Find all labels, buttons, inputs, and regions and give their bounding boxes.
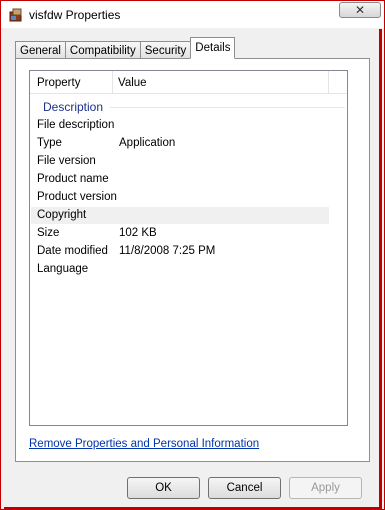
list-item[interactable]: Product version <box>31 189 329 206</box>
list-item[interactable]: Date modified 11/8/2008 7:25 PM <box>31 243 329 260</box>
ok-button[interactable]: OK <box>127 477 200 499</box>
property-name: File version <box>37 155 96 167</box>
apply-button[interactable]: Apply <box>289 477 362 499</box>
group-divider <box>110 107 345 108</box>
close-icon: ✕ <box>354 3 366 17</box>
property-name: Copyright <box>37 209 87 221</box>
property-value: 102 KB <box>119 227 157 239</box>
list-item[interactable]: Copyright <box>31 207 329 224</box>
list-item[interactable]: File version <box>31 153 329 170</box>
application-icon <box>8 7 24 23</box>
remove-properties-link[interactable]: Remove Properties and Personal Informati… <box>29 438 259 450</box>
list-item[interactable]: Type Application <box>31 135 329 152</box>
property-value: Application <box>119 137 176 149</box>
property-name: Size <box>37 227 60 239</box>
tab-strip: General Compatibility Security Details <box>15 37 236 59</box>
tab-general[interactable]: General <box>15 41 66 59</box>
details-panel: Property Value Description File descript… <box>15 58 370 462</box>
title-bar[interactable]: visfdw Properties ✕ <box>1 1 384 28</box>
cancel-button[interactable]: Cancel <box>208 477 281 499</box>
tab-security[interactable]: Security <box>139 41 192 59</box>
group-description: Description <box>43 100 104 114</box>
property-name: File description <box>37 119 115 131</box>
property-name: Product name <box>37 173 109 185</box>
property-name: Language <box>37 263 89 275</box>
property-name: Date modified <box>37 245 108 257</box>
column-header-property[interactable]: Property <box>37 71 113 93</box>
property-value: 11/8/2008 7:25 PM <box>119 245 216 257</box>
list-header: Property Value <box>30 71 347 94</box>
list-item[interactable]: Language <box>31 261 329 278</box>
properties-list[interactable]: Property Value Description File descript… <box>29 70 348 426</box>
column-header-value[interactable]: Value <box>118 71 329 93</box>
window-title: visfdw Properties <box>29 8 121 22</box>
tab-details[interactable]: Details <box>190 37 236 59</box>
list-item[interactable]: Product name <box>31 171 329 188</box>
tab-compatibility[interactable]: Compatibility <box>64 41 141 59</box>
property-name: Product version <box>37 191 117 203</box>
properties-window: visfdw Properties ✕ General Compatibilit… <box>0 0 385 510</box>
list-item[interactable]: File description <box>31 117 329 134</box>
property-name: Type <box>37 137 62 149</box>
list-item[interactable]: Size 102 KB <box>31 225 329 242</box>
close-button[interactable]: ✕ <box>339 2 381 18</box>
